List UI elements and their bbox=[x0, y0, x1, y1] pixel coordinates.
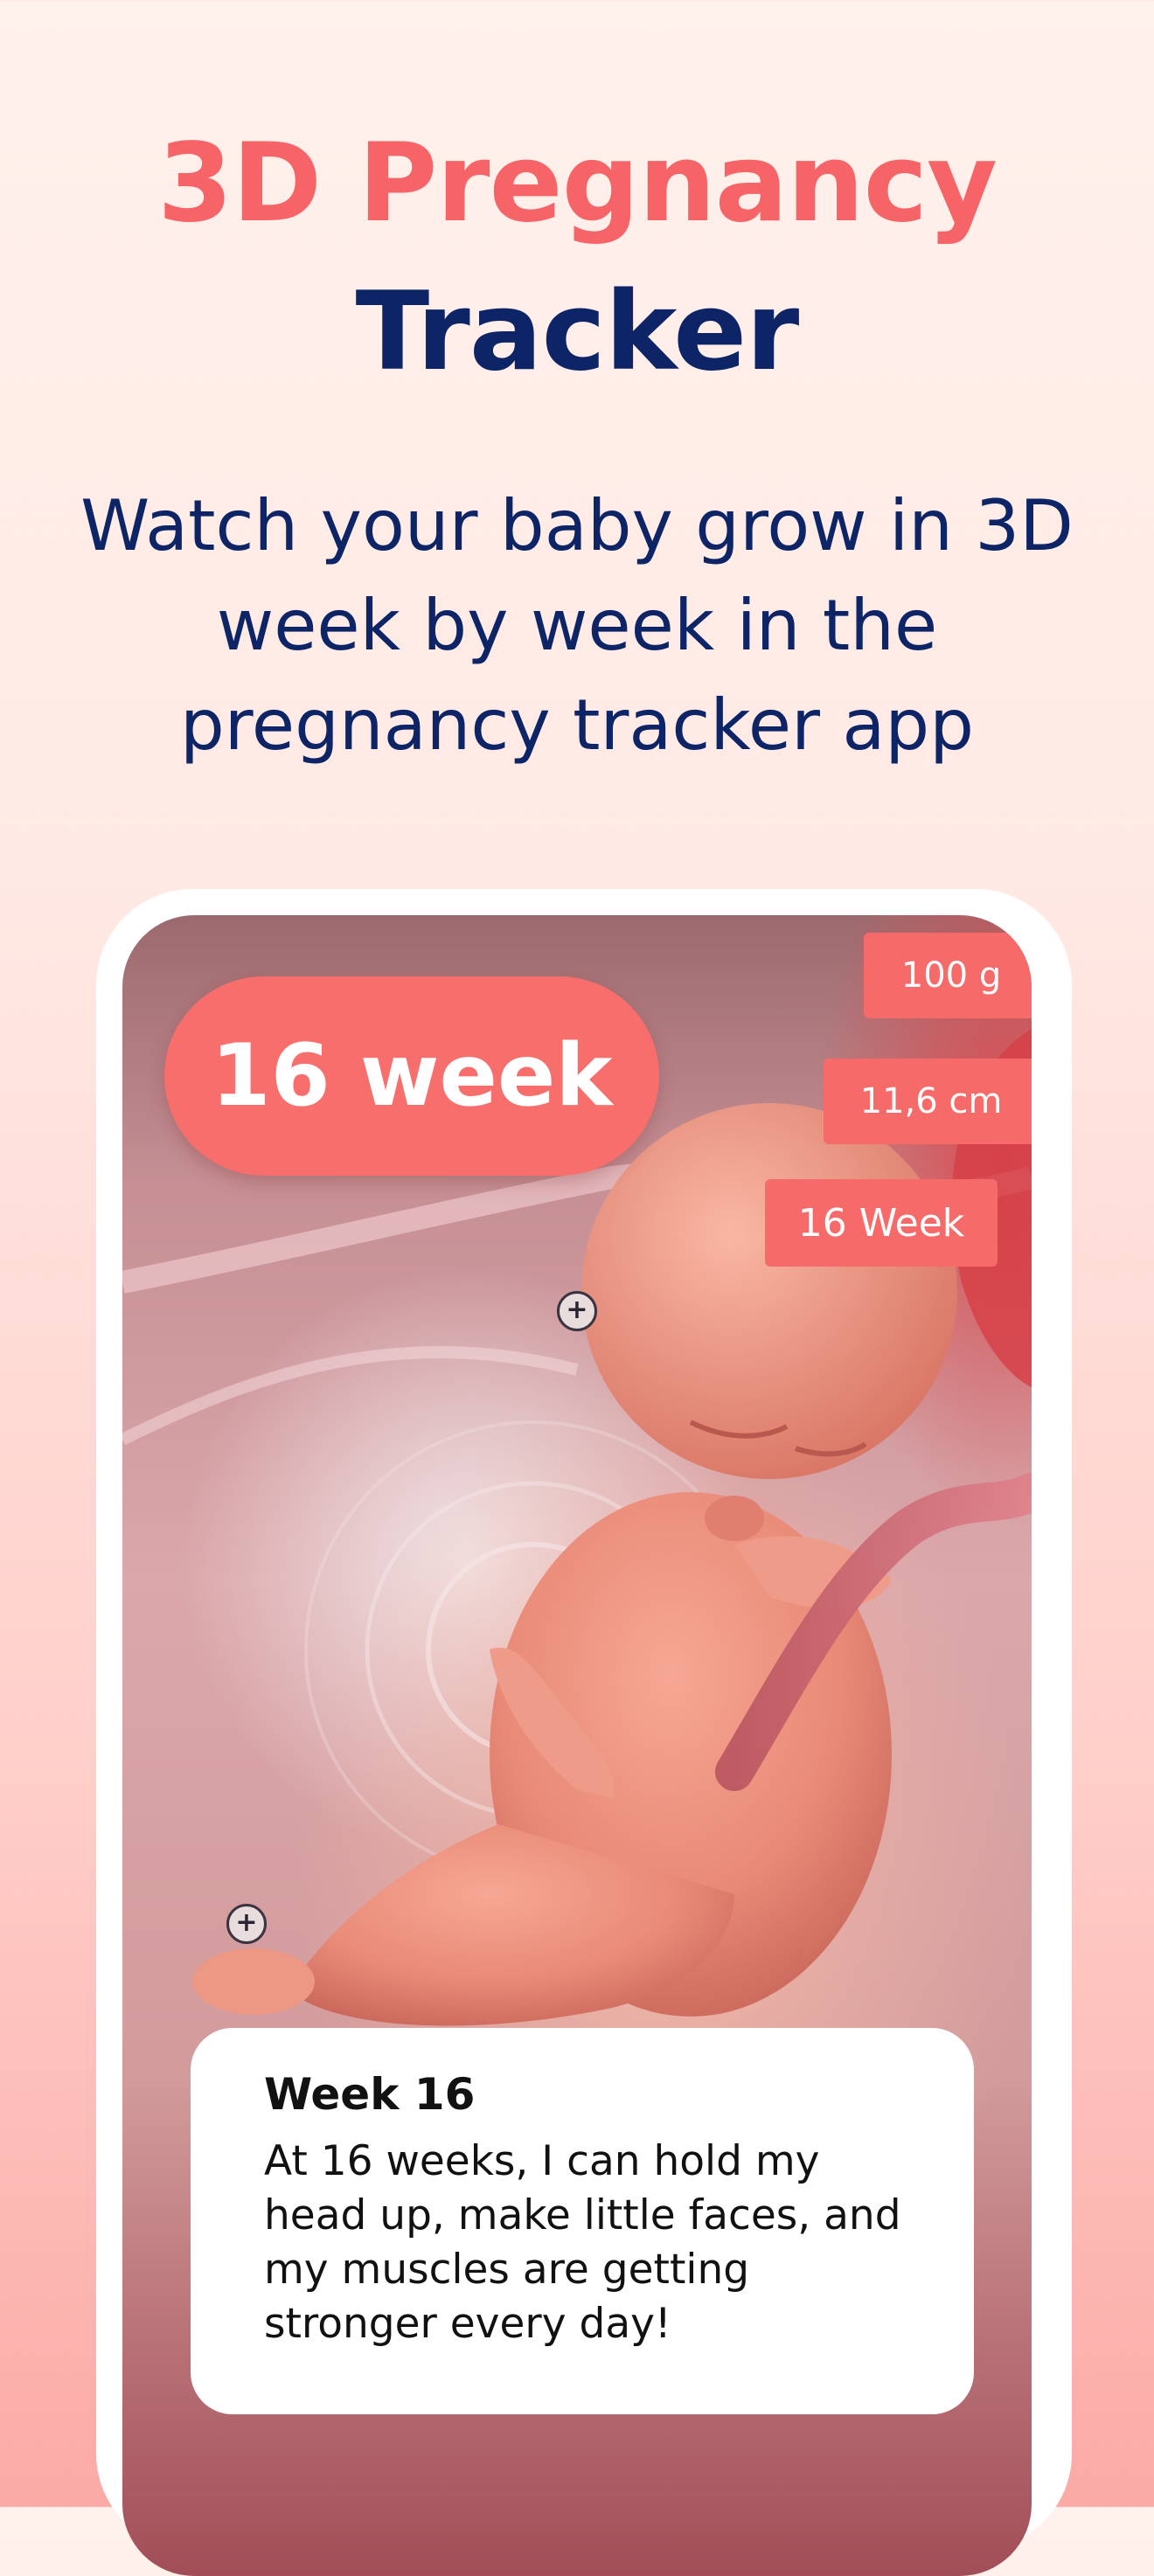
week-badge: 16 week bbox=[164, 976, 659, 1176]
phone-frame: 16 week 100 g 11,6 cm 16 Week + + Week 1… bbox=[96, 889, 1072, 2576]
info-card: Week 16 At 16 weeks, I can hold my head … bbox=[191, 2028, 974, 2414]
title-accent: 3D Pregnancy bbox=[157, 121, 998, 246]
foot-hotspot-plus-icon[interactable]: + bbox=[226, 1904, 267, 1944]
length-stat: 11,6 cm bbox=[824, 1059, 1032, 1144]
info-card-text: At 16 weeks, I can hold my head up, make… bbox=[264, 2137, 901, 2348]
week-stat: 16 Week bbox=[765, 1179, 998, 1267]
info-card-title: Week 16 bbox=[264, 2069, 476, 2120]
weight-stat: 100 g bbox=[864, 933, 1032, 1018]
head-hotspot-plus-icon[interactable]: + bbox=[557, 1291, 597, 1331]
phone-screen: 16 week 100 g 11,6 cm 16 Week + + Week 1… bbox=[122, 915, 1032, 2576]
subtitle: Watch your baby grow in 3D week by week … bbox=[80, 485, 1074, 766]
title-main: Tracker bbox=[355, 269, 800, 395]
